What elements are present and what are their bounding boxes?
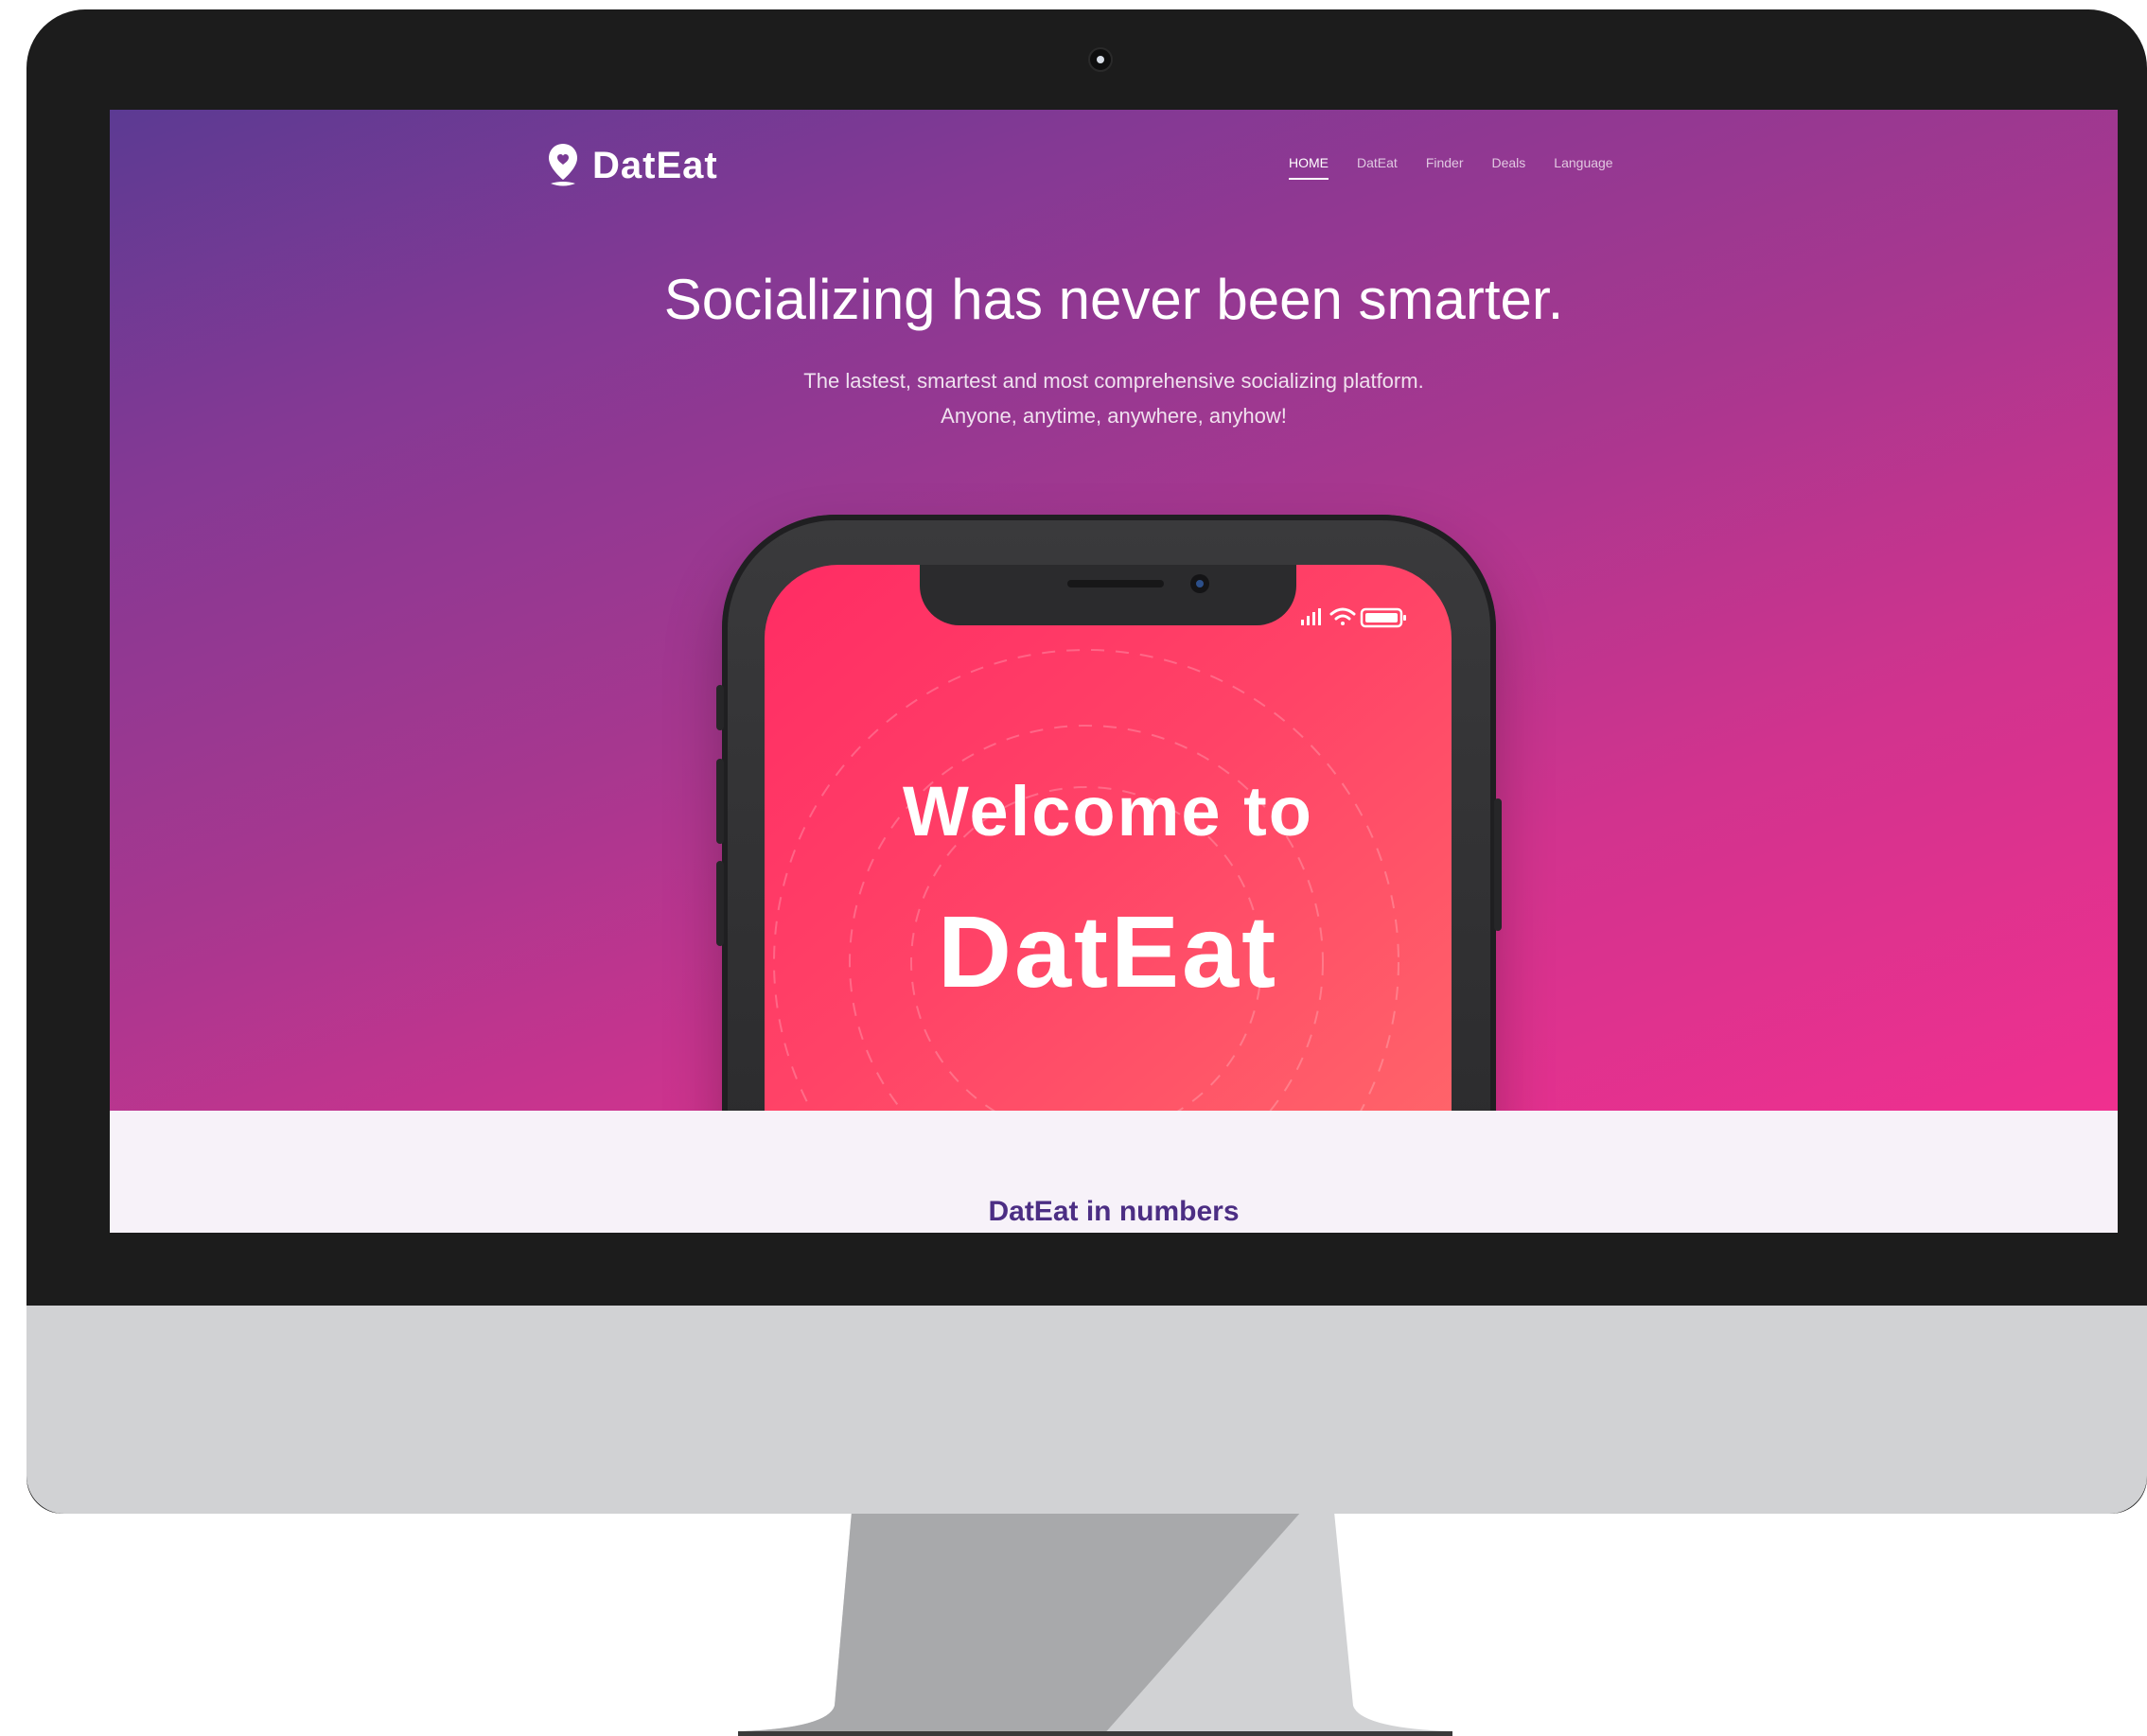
nav-item-finder[interactable]: Finder [1426,155,1464,180]
hero-subtitle-line2: Anyone, anytime, anywhere, anyhow! [941,404,1287,428]
nav-item-language[interactable]: Language [1554,155,1612,180]
signal-icon [1301,608,1321,625]
map-pin-heart-icon [547,142,579,189]
monitor-chin [26,1306,2147,1514]
phone-volume-up-button [716,759,724,844]
wifi-icon [1329,607,1356,625]
numbers-section-title: DatEat in numbers [988,1196,1240,1227]
phone-screen: Welcome to DatEat [765,565,1452,1111]
battery-icon [1360,607,1406,628]
phone-welcome-text: Welcome to [903,772,1313,850]
nav-item-home[interactable]: HOME [1289,155,1329,180]
hero-subtitle: The lastest, smartest and most comprehen… [110,363,2118,433]
monitor-stand [738,1512,1452,1736]
phone-front-camera-icon [1190,574,1209,593]
hero-title: Socializing has never been smarter. [663,268,1564,331]
phone-power-button [1494,798,1502,931]
phone-notch [920,565,1296,625]
main-nav: HOME DatEat Finder Deals Language [1289,155,1613,180]
webcam-icon [1088,47,1113,72]
phone-mockup: Welcome to DatEat [716,515,1502,1111]
imac-mockup: DatEat HOME DatEat Finder Deals Language… [0,0,2147,1736]
hero-subtitle-line1: The lastest, smartest and most comprehen… [803,369,1424,393]
phone-side-button [716,685,724,730]
nav-item-deals[interactable]: Deals [1492,155,1526,180]
monitor-screen: DatEat HOME DatEat Finder Deals Language… [110,110,2118,1233]
phone-brand-text: DatEat [937,894,1279,1008]
nav-item-dateat[interactable]: DatEat [1357,155,1398,180]
brand-name: DatEat [592,144,718,186]
phone-speaker [1067,580,1164,587]
status-bar-icons [1301,607,1406,628]
hero-section: DatEat HOME DatEat Finder Deals Language… [110,110,2118,1111]
phone-volume-down-button [716,861,724,946]
brand-logo[interactable]: DatEat [547,142,718,189]
